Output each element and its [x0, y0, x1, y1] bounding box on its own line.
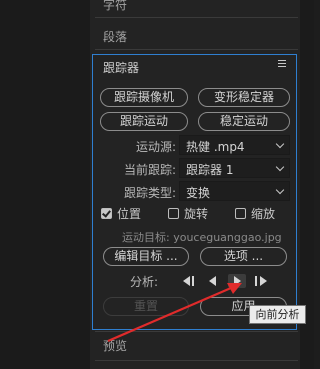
arrow-shaft [107, 286, 232, 343]
tooltip: 向前分析 [249, 305, 306, 324]
